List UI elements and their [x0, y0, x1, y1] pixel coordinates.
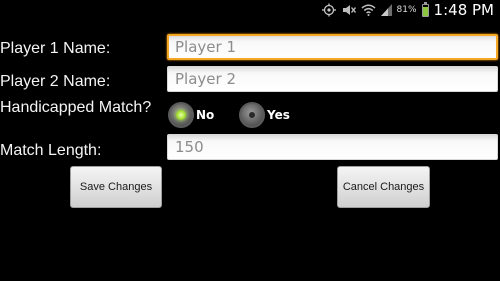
- radio-yes-label: Yes: [267, 108, 290, 122]
- save-changes-button[interactable]: Save Changes: [70, 166, 162, 208]
- radio-selected-indicator: [176, 110, 186, 120]
- player2-name-placeholder: Player 2: [175, 70, 236, 88]
- cancel-changes-button[interactable]: Cancel Changes: [337, 166, 430, 208]
- mute-icon: [342, 4, 356, 16]
- status-icons: 81% 1:48 PM: [321, 0, 494, 20]
- handicap-option-yes[interactable]: Yes: [239, 101, 290, 129]
- match-length-label: Match Length:: [0, 142, 102, 159]
- match-length-value: 150: [175, 138, 204, 156]
- match-length-input[interactable]: 150: [167, 134, 498, 160]
- battery-percentage: 81%: [396, 5, 417, 15]
- player2-name-label: Player 2 Name:: [0, 73, 111, 90]
- status-bar: 81% 1:48 PM: [0, 0, 500, 20]
- wifi-icon: [361, 4, 376, 16]
- player1-name-placeholder: Player 1: [175, 38, 236, 56]
- radio-no-label: No: [196, 108, 215, 122]
- player1-name-input[interactable]: Player 1: [167, 34, 498, 60]
- handicapped-match-label: Handicapped Match?: [0, 99, 152, 116]
- clock: 1:48 PM: [433, 1, 494, 19]
- radio-yes-button[interactable]: [239, 102, 265, 128]
- battery-level-fill: [422, 6, 428, 16]
- player1-name-label: Player 1 Name:: [0, 40, 111, 57]
- gps-icon: [321, 3, 337, 17]
- battery-icon: [421, 1, 429, 17]
- radio-unselected-indicator: [249, 112, 255, 118]
- player2-name-input[interactable]: Player 2: [167, 66, 498, 92]
- radio-no-button[interactable]: [168, 102, 194, 128]
- app-screen: 81% 1:48 PM Player 1 Name: Player 1 Play…: [0, 0, 500, 281]
- handicap-option-no[interactable]: No: [168, 101, 214, 129]
- signal-icon: [380, 4, 392, 16]
